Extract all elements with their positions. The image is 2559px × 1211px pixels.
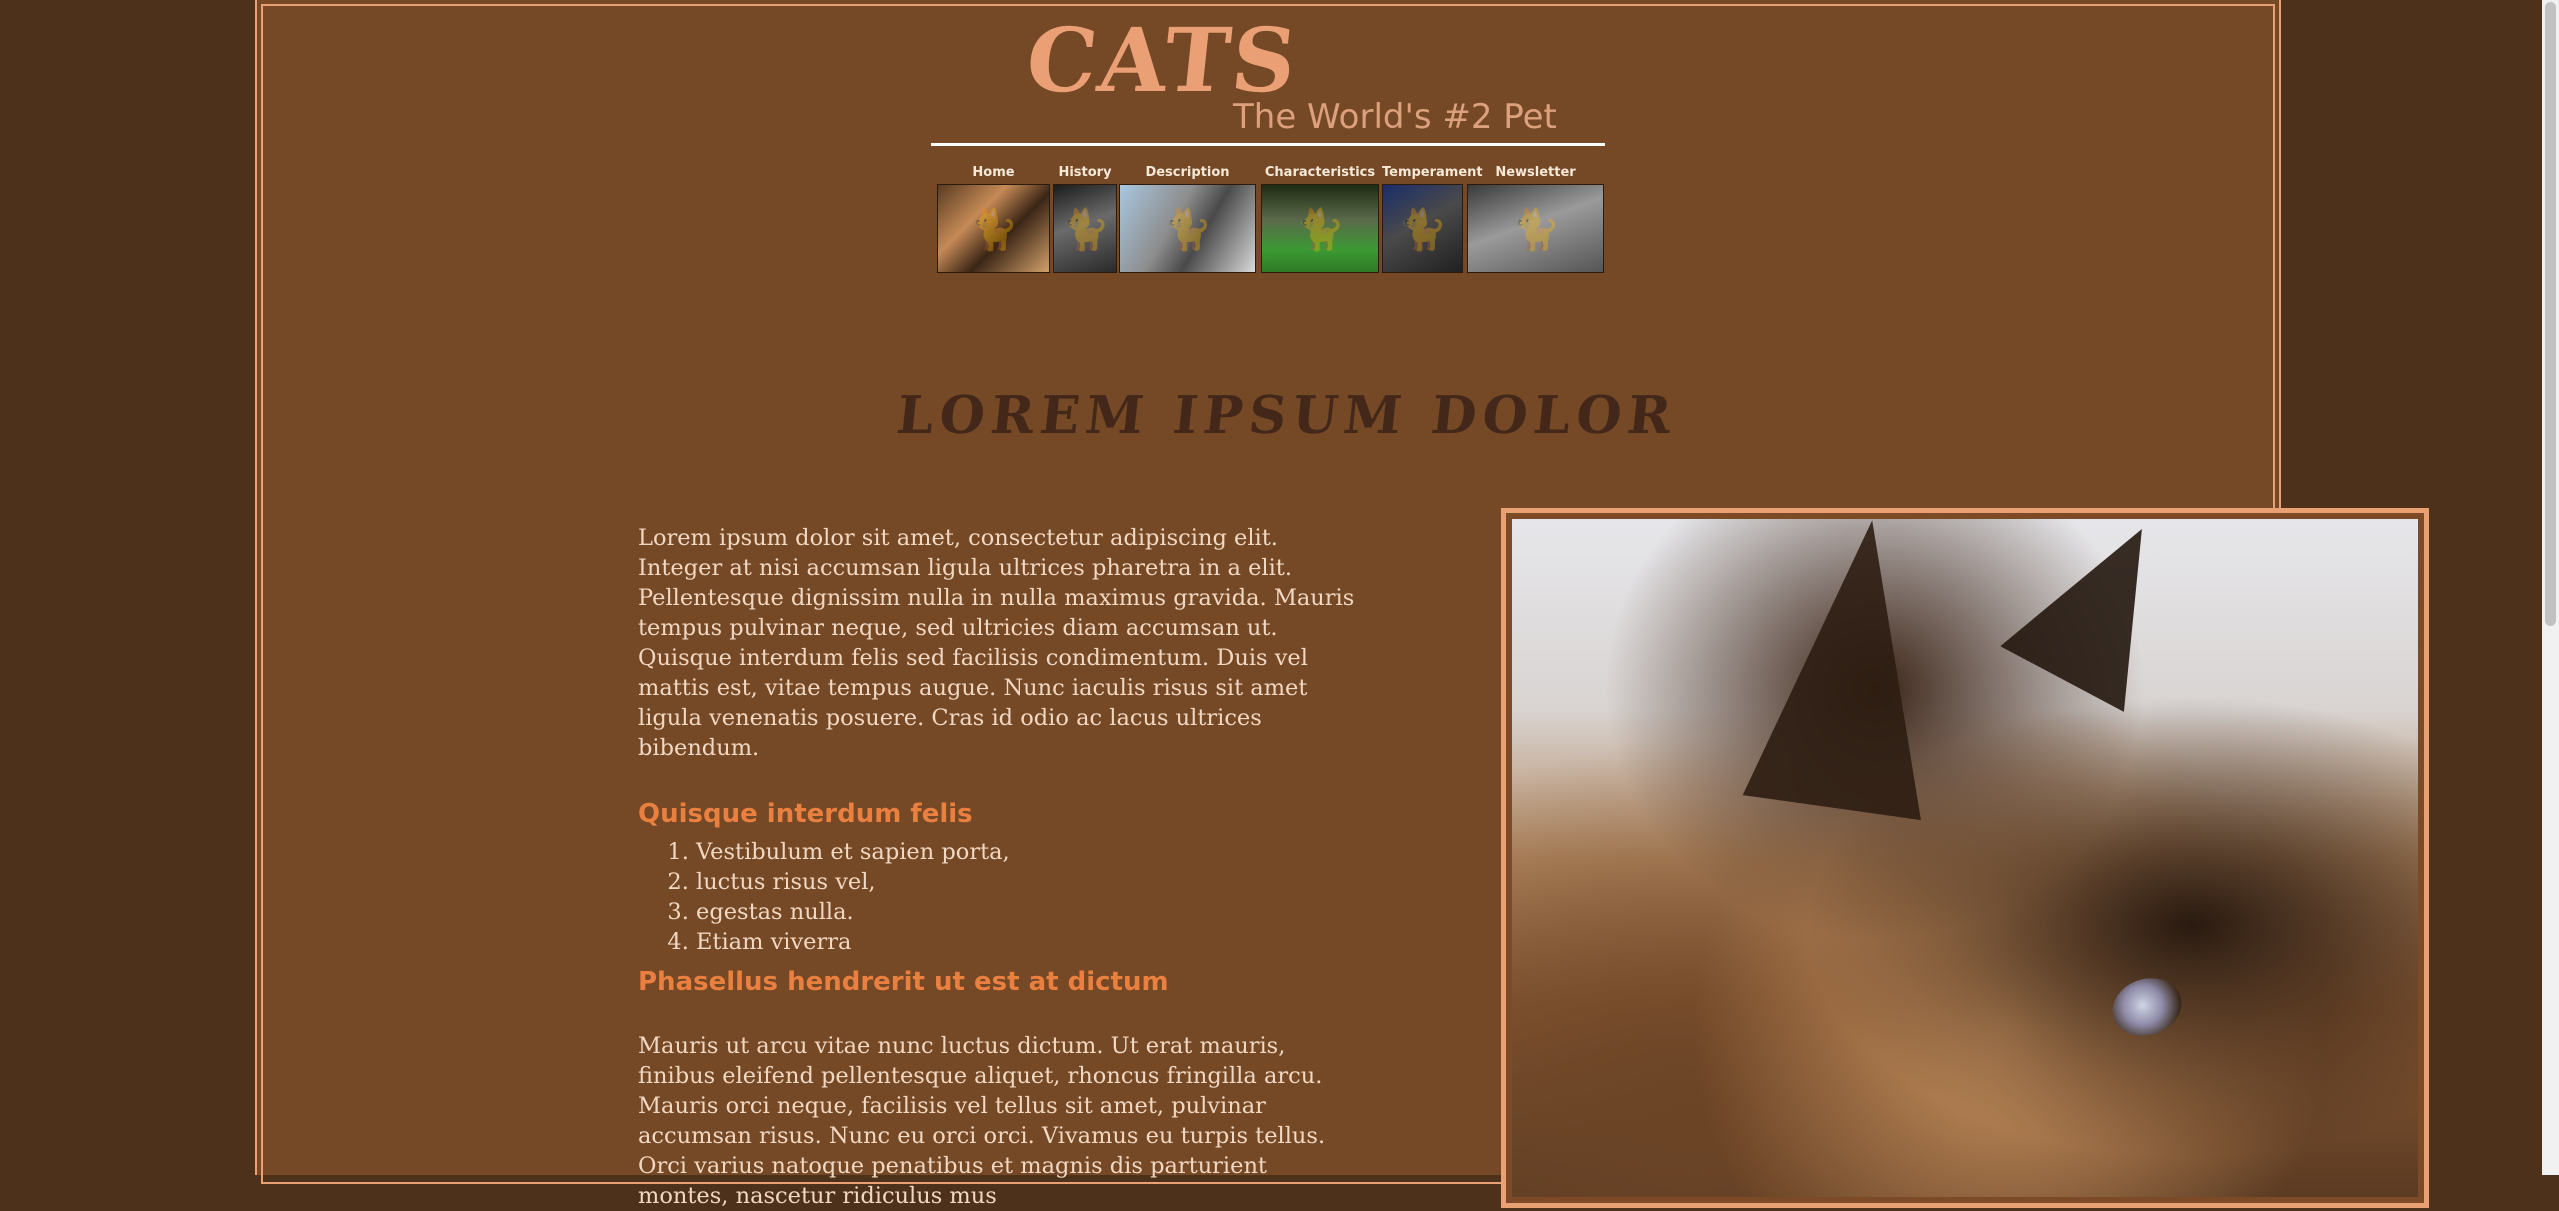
main-content: Lorem ipsum dolor sit amet, consectetur … bbox=[638, 523, 1358, 1211]
cat-photo-icon: 🐈 bbox=[968, 207, 1019, 254]
scrollbar-thumb[interactable] bbox=[2545, 2, 2556, 626]
list-item: Vestibulum et sapien porta, bbox=[696, 837, 1358, 867]
nav-item-description[interactable]: Description 🐈 bbox=[1119, 164, 1256, 273]
nav-thumbnail-temperament[interactable]: 🐈 bbox=[1382, 184, 1463, 273]
nav-label-newsletter: Newsletter bbox=[1495, 165, 1576, 180]
subheading-phasellus: Phasellus hendrerit ut est at dictum bbox=[638, 967, 1169, 997]
nav-item-temperament[interactable]: Temperament 🐈 bbox=[1382, 164, 1483, 273]
nav-label-description: Description bbox=[1145, 165, 1230, 180]
hero-cat-image bbox=[1512, 519, 2418, 1197]
cat-photo-icon: 🐈 bbox=[1510, 207, 1561, 254]
cat-photo-icon: 🐈 bbox=[1060, 207, 1110, 254]
intro-paragraph: Lorem ipsum dolor sit amet, consectetur … bbox=[638, 525, 1355, 761]
nav-item-newsletter[interactable]: Newsletter 🐈 bbox=[1467, 164, 1604, 273]
nav-thumbnail-newsletter[interactable]: 🐈 bbox=[1467, 184, 1604, 273]
nav-label-temperament: Temperament bbox=[1382, 165, 1483, 180]
nav-item-history[interactable]: History 🐈 bbox=[1053, 164, 1117, 273]
cat-ear-shape bbox=[2000, 519, 2204, 712]
ordered-list: Vestibulum et sapien porta, luctus risus… bbox=[638, 837, 1358, 957]
hero-image-frame bbox=[1501, 508, 2429, 1208]
site-tagline: The World's #2 Pet bbox=[1233, 97, 1557, 137]
cat-photo-icon: 🐈 bbox=[1162, 207, 1213, 254]
subheading-quisque: Quisque interdum felis bbox=[638, 799, 973, 829]
nav-thumbnail-home[interactable]: 🐈 bbox=[937, 184, 1050, 273]
list-item: Etiam viverra bbox=[696, 927, 1358, 957]
nav-label-home: Home bbox=[972, 165, 1015, 180]
list-item: luctus risus vel, bbox=[696, 867, 1358, 897]
nav-item-characteristics[interactable]: Characteristics 🐈 bbox=[1261, 164, 1379, 273]
page-container: CATS The World's #2 Pet Home 🐈 History 🐈… bbox=[255, 0, 2429, 1209]
list-item: egestas nulla. bbox=[696, 897, 1358, 927]
nav-thumbnail-characteristics[interactable]: 🐈 bbox=[1261, 184, 1379, 273]
nav-thumbnail-description[interactable]: 🐈 bbox=[1119, 184, 1256, 273]
cat-ear-shape bbox=[1742, 519, 1962, 821]
cat-eye-shape bbox=[2105, 969, 2189, 1045]
nav-thumbnail-history[interactable]: 🐈 bbox=[1053, 184, 1117, 273]
cat-photo-icon: 🐈 bbox=[1397, 207, 1448, 254]
second-paragraph: Mauris ut arcu vitae nunc luctus dictum.… bbox=[638, 1033, 1326, 1209]
vertical-scrollbar[interactable] bbox=[2542, 0, 2559, 1175]
site-logo-title[interactable]: CATS bbox=[1022, 8, 1303, 112]
cat-photo-icon: 🐈 bbox=[1295, 207, 1345, 254]
section-heading: LOREM IPSUM DOLOR bbox=[893, 385, 1681, 446]
header-divider bbox=[931, 143, 1605, 146]
nav-label-characteristics: Characteristics bbox=[1264, 165, 1376, 180]
nav-label-history: History bbox=[1058, 165, 1112, 180]
nav-item-home[interactable]: Home 🐈 bbox=[937, 164, 1050, 273]
